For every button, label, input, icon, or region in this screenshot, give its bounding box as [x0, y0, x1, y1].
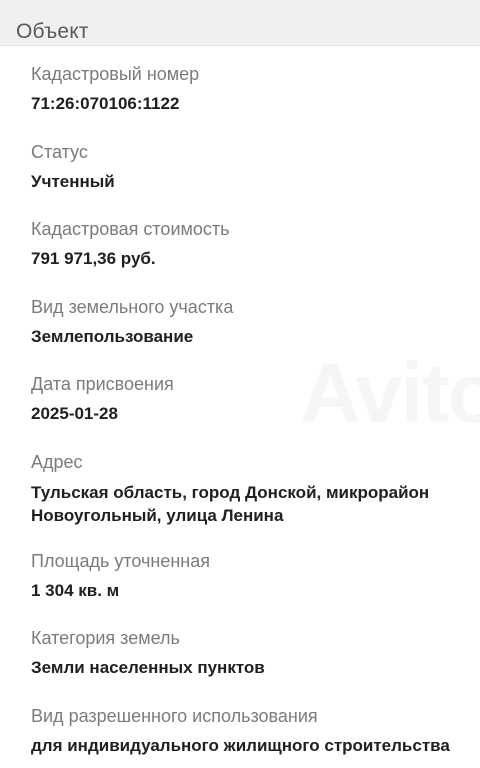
field-area: Площадь уточненная 1 304 кв. м [31, 549, 476, 603]
field-cadastral-cost: Кадастровая стоимость 791 971,36 руб. [31, 217, 476, 271]
section-header: Объект [0, 0, 480, 46]
field-value: Земли населенных пунктов [31, 658, 265, 677]
field-value: 71:26:070106:1122 [31, 94, 180, 113]
field-label: Вид разрешенного использования [31, 706, 318, 726]
field-value: Землепользование [31, 327, 194, 346]
field-permitted-use: Вид разрешенного использования для индив… [31, 704, 476, 758]
field-value: 791 971,36 руб. [31, 249, 156, 268]
field-label: Категория земель [31, 628, 180, 648]
field-land-type: Вид земельного участка Землепользование [31, 295, 476, 349]
field-value: 1 304 кв. м [31, 581, 120, 600]
field-label: Вид земельного участка [31, 297, 234, 317]
field-cadastral-number: Кадастровый номер 71:26:070106:1122 [31, 62, 476, 116]
field-label: Площадь уточненная [31, 551, 210, 571]
field-label: Дата присвоения [31, 374, 174, 394]
field-label: Кадастровый номер [31, 64, 200, 84]
section-title: Объект [16, 20, 89, 43]
field-value: для индивидуального жилищного строительс… [31, 736, 450, 755]
field-label: Кадастровая стоимость [31, 219, 230, 239]
field-value: Учтенный [31, 172, 115, 191]
field-assignment-date: Дата присвоения 2025-01-28 [31, 372, 476, 426]
field-address: Адрес Тульская область, город Донской, м… [31, 450, 476, 527]
field-land-category: Категория земель Земли населенных пункто… [31, 626, 476, 680]
field-status: Статус Учтенный [31, 140, 476, 194]
field-value: Тульская область, город Донской, микрора… [31, 483, 430, 525]
field-value: 2025-01-28 [31, 404, 118, 423]
field-label: Статус [31, 142, 88, 162]
field-label: Адрес [31, 452, 83, 472]
